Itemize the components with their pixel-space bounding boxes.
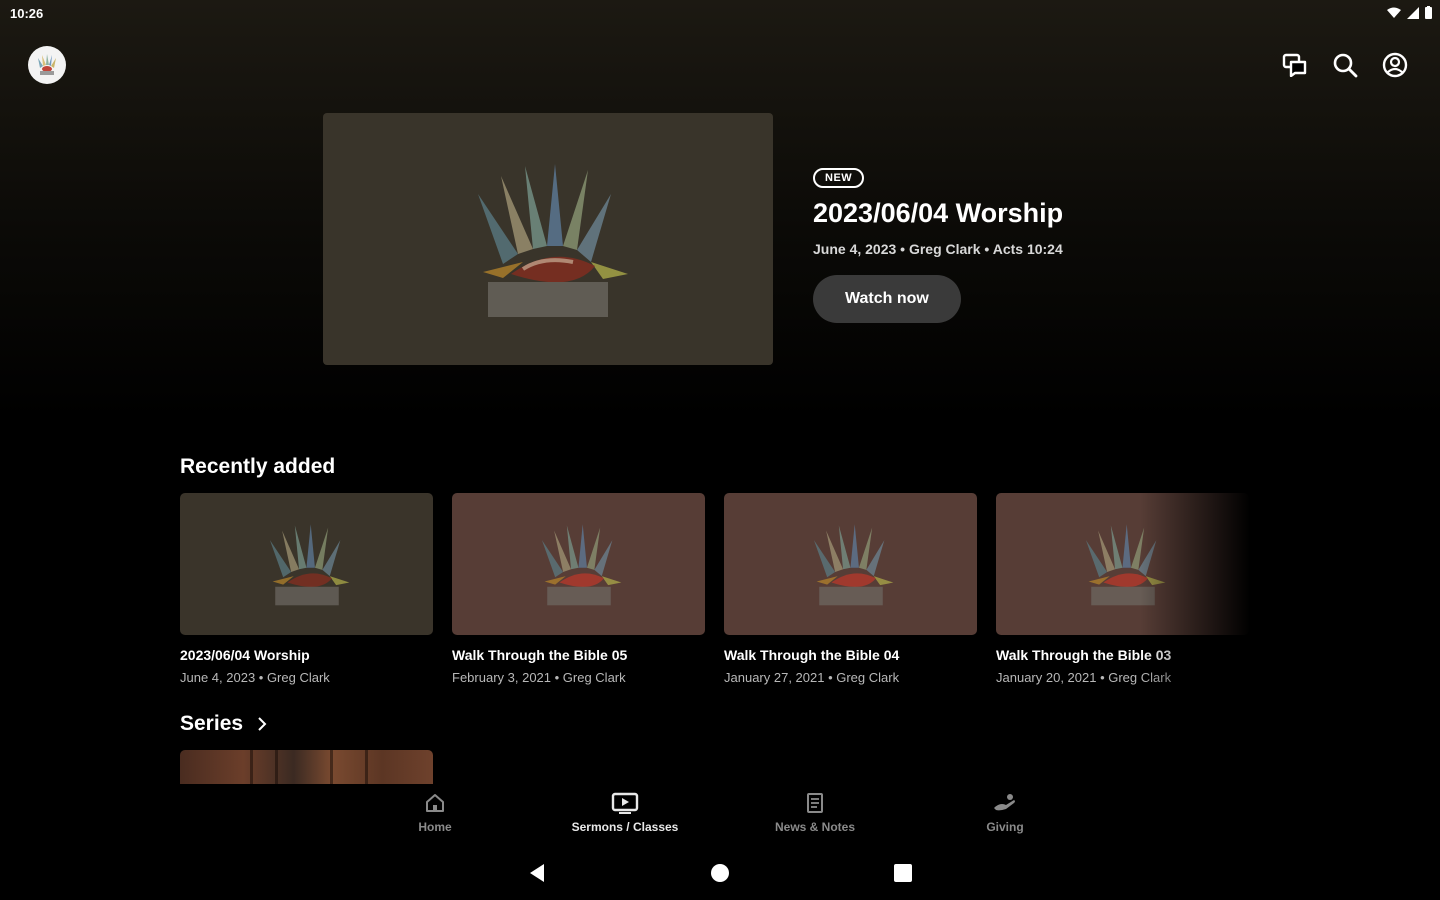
new-badge: NEW xyxy=(813,168,865,188)
sermon-card[interactable]: Walk Through the Bible 05 February 3, 20… xyxy=(452,493,705,685)
search-icon xyxy=(1333,53,1358,78)
recently-added-heading: Recently added xyxy=(180,455,336,478)
sermon-logo-icon xyxy=(1085,524,1165,606)
card-thumbnail xyxy=(996,493,1249,635)
nav-label: Giving xyxy=(986,820,1024,834)
series-heading-link[interactable]: Series xyxy=(180,712,267,736)
chat-button[interactable] xyxy=(1280,50,1310,80)
sermon-logo-icon xyxy=(269,524,349,606)
card-meta: January 27, 2021 • Greg Clark xyxy=(724,670,900,685)
search-button[interactable] xyxy=(1330,50,1360,80)
status-icons xyxy=(1387,6,1432,19)
chevron-right-icon xyxy=(258,717,267,731)
sermon-card[interactable]: Walk Through the Bible 04 January 27, 20… xyxy=(724,493,977,685)
system-navigation-bar xyxy=(0,850,1440,900)
recents-icon[interactable] xyxy=(893,862,913,884)
sermon-card[interactable]: Walk Through the Bible 03 January 20, 20… xyxy=(996,493,1249,685)
card-meta: February 3, 2021 • Greg Clark xyxy=(452,670,626,685)
status-bar: 10:26 xyxy=(0,0,1440,30)
card-thumbnail xyxy=(452,493,705,635)
home-icon xyxy=(426,794,444,812)
nav-item-giving[interactable]: Giving xyxy=(925,792,1085,834)
hero-title: 2023/06/04 Worship xyxy=(813,198,1064,228)
battery-icon xyxy=(1425,6,1432,19)
nav-label: Sermons / Classes xyxy=(571,820,679,834)
bottom-navigation: Home Sermons / Classes News & Notes Givi… xyxy=(0,784,1440,850)
sermon-logo-icon xyxy=(478,164,628,317)
status-time: 10:26 xyxy=(10,6,44,21)
nav-item-news[interactable]: News & Notes xyxy=(735,792,895,834)
series-card[interactable] xyxy=(180,750,433,784)
card-thumbnail xyxy=(724,493,977,635)
recently-added-carousel[interactable]: 2023/06/04 Worship June 4, 2023 • Greg C… xyxy=(180,493,1250,693)
series-card-texture xyxy=(365,750,368,784)
wifi-icon xyxy=(1387,7,1401,18)
home-circle-icon[interactable] xyxy=(710,862,730,884)
account-button[interactable] xyxy=(1380,50,1410,80)
hero-meta: June 4, 2023 • Greg Clark • Acts 10:24 xyxy=(813,241,1063,257)
sermon-card[interactable]: 2023/06/04 Worship June 4, 2023 • Greg C… xyxy=(180,493,433,685)
card-title: Walk Through the Bible 03 xyxy=(996,647,1172,663)
nav-item-sermons[interactable]: Sermons / Classes xyxy=(545,792,705,834)
church-logo-icon xyxy=(38,54,56,75)
nav-label: News & Notes xyxy=(774,820,856,834)
back-icon[interactable] xyxy=(528,862,546,884)
card-title: Walk Through the Bible 04 xyxy=(724,647,900,663)
series-card-texture xyxy=(275,750,278,784)
tv-icon xyxy=(611,792,639,814)
giving-icon xyxy=(994,794,1015,811)
watch-now-button[interactable]: Watch now xyxy=(813,275,961,323)
series-heading: Series xyxy=(180,712,244,735)
chat-icon xyxy=(1282,53,1307,77)
card-meta: January 20, 2021 • Greg Clark xyxy=(996,670,1172,685)
nav-label: Home xyxy=(418,820,452,834)
signal-icon xyxy=(1407,6,1419,19)
series-card-texture xyxy=(330,750,333,784)
notes-icon xyxy=(807,793,823,813)
series-card-texture xyxy=(250,750,253,784)
hero-info: NEW 2023/06/04 Worship June 4, 2023 • Gr… xyxy=(813,168,1063,323)
hero-thumbnail[interactable] xyxy=(323,113,773,365)
card-title: Walk Through the Bible 05 xyxy=(452,647,628,663)
church-logo-button[interactable] xyxy=(28,46,66,84)
nav-item-home[interactable]: Home xyxy=(355,792,515,834)
account-icon xyxy=(1382,52,1408,78)
card-title: 2023/06/04 Worship xyxy=(180,647,310,663)
top-actions xyxy=(1280,50,1410,80)
card-thumbnail xyxy=(180,493,433,635)
sermon-logo-icon xyxy=(541,524,621,606)
sermon-logo-icon xyxy=(813,524,893,606)
top-app-bar xyxy=(0,40,1440,90)
card-meta: June 4, 2023 • Greg Clark xyxy=(180,670,330,685)
